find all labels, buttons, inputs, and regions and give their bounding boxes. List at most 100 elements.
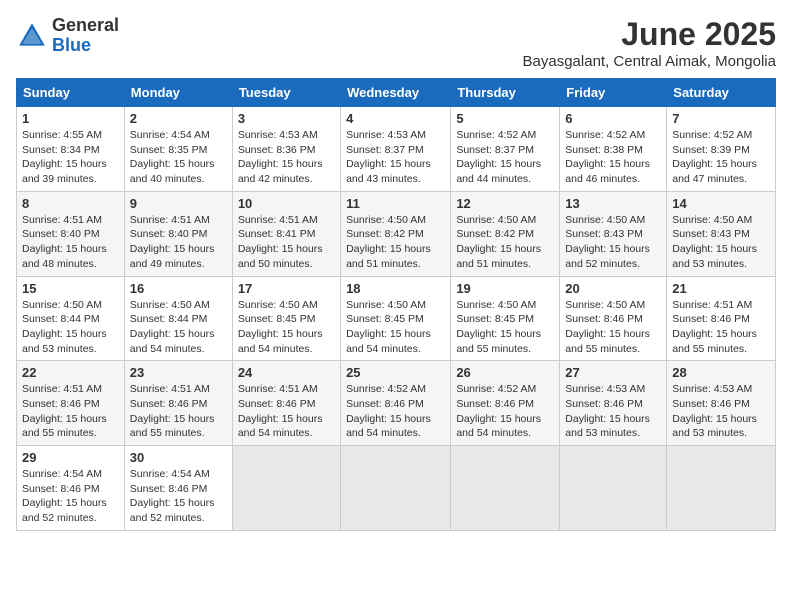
calendar-cell [560,446,667,531]
day-info: Sunrise: 4:53 AM Sunset: 8:37 PM Dayligh… [346,128,445,187]
calendar-cell: 21 Sunrise: 4:51 AM Sunset: 8:46 PM Dayli… [667,276,776,361]
day-info: Sunrise: 4:50 AM Sunset: 8:44 PM Dayligh… [130,298,227,357]
calendar-cell: 3 Sunrise: 4:53 AM Sunset: 8:36 PM Daylig… [232,107,340,192]
logo: General Blue [16,16,119,56]
page-header: General Blue June 2025 Bayasgalant, Cent… [16,16,776,70]
weekday-header-row: SundayMondayTuesdayWednesdayThursdayFrid… [17,79,776,107]
calendar-cell: 6 Sunrise: 4:52 AM Sunset: 8:38 PM Daylig… [560,107,667,192]
day-number: 8 [22,196,119,211]
calendar-cell: 12Sunrise: 4:50 AM Sunset: 8:42 PM Dayli… [451,191,560,276]
weekday-wednesday: Wednesday [341,79,451,107]
day-info: Sunrise: 4:50 AM Sunset: 8:43 PM Dayligh… [565,213,661,272]
day-number: 27 [565,365,661,380]
calendar-cell: 19 Sunrise: 4:50 AM Sunset: 8:45 PM Dayli… [451,276,560,361]
calendar-cell [451,446,560,531]
calendar-cell: 13 Sunrise: 4:50 AM Sunset: 8:43 PM Dayli… [560,191,667,276]
day-number: 23 [130,365,227,380]
day-number: 20 [565,281,661,296]
weekday-thursday: Thursday [451,79,560,107]
day-number: 26 [456,365,554,380]
calendar-cell: 4 Sunrise: 4:53 AM Sunset: 8:37 PM Daylig… [341,107,451,192]
weekday-monday: Monday [124,79,232,107]
calendar-cell: 17Sunrise: 4:50 AM Sunset: 8:45 PM Dayli… [232,276,340,361]
week-row-3: 15 Sunrise: 4:50 AM Sunset: 8:44 PM Dayli… [17,276,776,361]
day-number: 14 [672,196,770,211]
calendar-cell: 28 Sunrise: 4:53 AM Sunset: 8:46 PM Dayli… [667,361,776,446]
day-info: Sunrise: 4:52 AM Sunset: 8:46 PM Dayligh… [346,382,445,441]
calendar-cell: 11 Sunrise: 4:50 AM Sunset: 8:42 PM Dayli… [341,191,451,276]
calendar-cell: 30 Sunrise: 4:54 AM Sunset: 8:46 PM Dayli… [124,446,232,531]
day-number: 7 [672,111,770,126]
day-number: 19 [456,281,554,296]
day-info: Sunrise: 4:51 AM Sunset: 8:46 PM Dayligh… [672,298,770,357]
calendar-cell: 5 Sunrise: 4:52 AM Sunset: 8:37 PM Daylig… [451,107,560,192]
day-info: Sunrise: 4:51 AM Sunset: 8:46 PM Dayligh… [22,382,119,441]
day-number: 30 [130,450,227,465]
calendar-cell: 26 Sunrise: 4:52 AM Sunset: 8:46 PM Dayli… [451,361,560,446]
day-number: 1 [22,111,119,126]
calendar-cell [341,446,451,531]
day-info: Sunrise: 4:53 AM Sunset: 8:46 PM Dayligh… [565,382,661,441]
month-year: June 2025 [523,16,776,53]
day-number: 11 [346,196,445,211]
calendar-cell: 25 Sunrise: 4:52 AM Sunset: 8:46 PM Dayli… [341,361,451,446]
day-info: Sunrise: 4:50 AM Sunset: 8:44 PM Dayligh… [22,298,119,357]
weekday-sunday: Sunday [17,79,125,107]
day-info: Sunrise: 4:52 AM Sunset: 8:37 PM Dayligh… [456,128,554,187]
day-info: Sunrise: 4:52 AM Sunset: 8:38 PM Dayligh… [565,128,661,187]
day-info: Sunrise: 4:50 AM Sunset: 8:45 PM Dayligh… [238,298,335,357]
day-info: Sunrise: 4:50 AM Sunset: 8:46 PM Dayligh… [565,298,661,357]
day-info: Sunrise: 4:50 AM Sunset: 8:45 PM Dayligh… [346,298,445,357]
day-info: Sunrise: 4:52 AM Sunset: 8:46 PM Dayligh… [456,382,554,441]
weekday-tuesday: Tuesday [232,79,340,107]
calendar-cell: 10 Sunrise: 4:51 AM Sunset: 8:41 PM Dayli… [232,191,340,276]
day-number: 9 [130,196,227,211]
day-number: 22 [22,365,119,380]
day-number: 15 [22,281,119,296]
logo-blue: Blue [52,35,91,55]
logo-icon [16,20,48,52]
week-row-4: 22 Sunrise: 4:51 AM Sunset: 8:46 PM Dayli… [17,361,776,446]
weekday-saturday: Saturday [667,79,776,107]
day-number: 4 [346,111,445,126]
calendar-cell: 15 Sunrise: 4:50 AM Sunset: 8:44 PM Dayli… [17,276,125,361]
day-info: Sunrise: 4:54 AM Sunset: 8:35 PM Dayligh… [130,128,227,187]
calendar-cell: 8 Sunrise: 4:51 AM Sunset: 8:40 PM Daylig… [17,191,125,276]
day-info: Sunrise: 4:51 AM Sunset: 8:46 PM Dayligh… [130,382,227,441]
day-number: 28 [672,365,770,380]
day-info: Sunrise: 4:52 AM Sunset: 8:39 PM Dayligh… [672,128,770,187]
day-info: Sunrise: 4:50 AM Sunset: 8:42 PM Dayligh… [346,213,445,272]
calendar-cell: 23 Sunrise: 4:51 AM Sunset: 8:46 PM Dayli… [124,361,232,446]
day-number: 5 [456,111,554,126]
week-row-5: 29Sunrise: 4:54 AM Sunset: 8:46 PM Dayli… [17,446,776,531]
week-row-2: 8 Sunrise: 4:51 AM Sunset: 8:40 PM Daylig… [17,191,776,276]
day-number: 12 [456,196,554,211]
day-info: Sunrise: 4:53 AM Sunset: 8:46 PM Dayligh… [672,382,770,441]
calendar-cell [667,446,776,531]
calendar-cell: 29Sunrise: 4:54 AM Sunset: 8:46 PM Dayli… [17,446,125,531]
day-number: 21 [672,281,770,296]
day-info: Sunrise: 4:50 AM Sunset: 8:45 PM Dayligh… [456,298,554,357]
title-block: June 2025 Bayasgalant, Central Aimak, Mo… [523,16,776,70]
day-number: 18 [346,281,445,296]
day-info: Sunrise: 4:53 AM Sunset: 8:36 PM Dayligh… [238,128,335,187]
day-info: Sunrise: 4:50 AM Sunset: 8:43 PM Dayligh… [672,213,770,272]
calendar-cell: 14 Sunrise: 4:50 AM Sunset: 8:43 PM Dayli… [667,191,776,276]
day-number: 25 [346,365,445,380]
day-number: 24 [238,365,335,380]
day-number: 10 [238,196,335,211]
calendar-cell: 20 Sunrise: 4:50 AM Sunset: 8:46 PM Dayli… [560,276,667,361]
location: Bayasgalant, Central Aimak, Mongolia [523,53,776,70]
day-info: Sunrise: 4:51 AM Sunset: 8:41 PM Dayligh… [238,213,335,272]
day-info: Sunrise: 4:51 AM Sunset: 8:40 PM Dayligh… [22,213,119,272]
day-number: 13 [565,196,661,211]
logo-text: General Blue [52,16,119,56]
day-number: 6 [565,111,661,126]
day-number: 2 [130,111,227,126]
day-info: Sunrise: 4:54 AM Sunset: 8:46 PM Dayligh… [130,467,227,526]
day-number: 3 [238,111,335,126]
day-info: Sunrise: 4:55 AM Sunset: 8:34 PM Dayligh… [22,128,119,187]
calendar-cell: 9 Sunrise: 4:51 AM Sunset: 8:40 PM Daylig… [124,191,232,276]
calendar-table: SundayMondayTuesdayWednesdayThursdayFrid… [16,78,776,531]
day-info: Sunrise: 4:51 AM Sunset: 8:40 PM Dayligh… [130,213,227,272]
